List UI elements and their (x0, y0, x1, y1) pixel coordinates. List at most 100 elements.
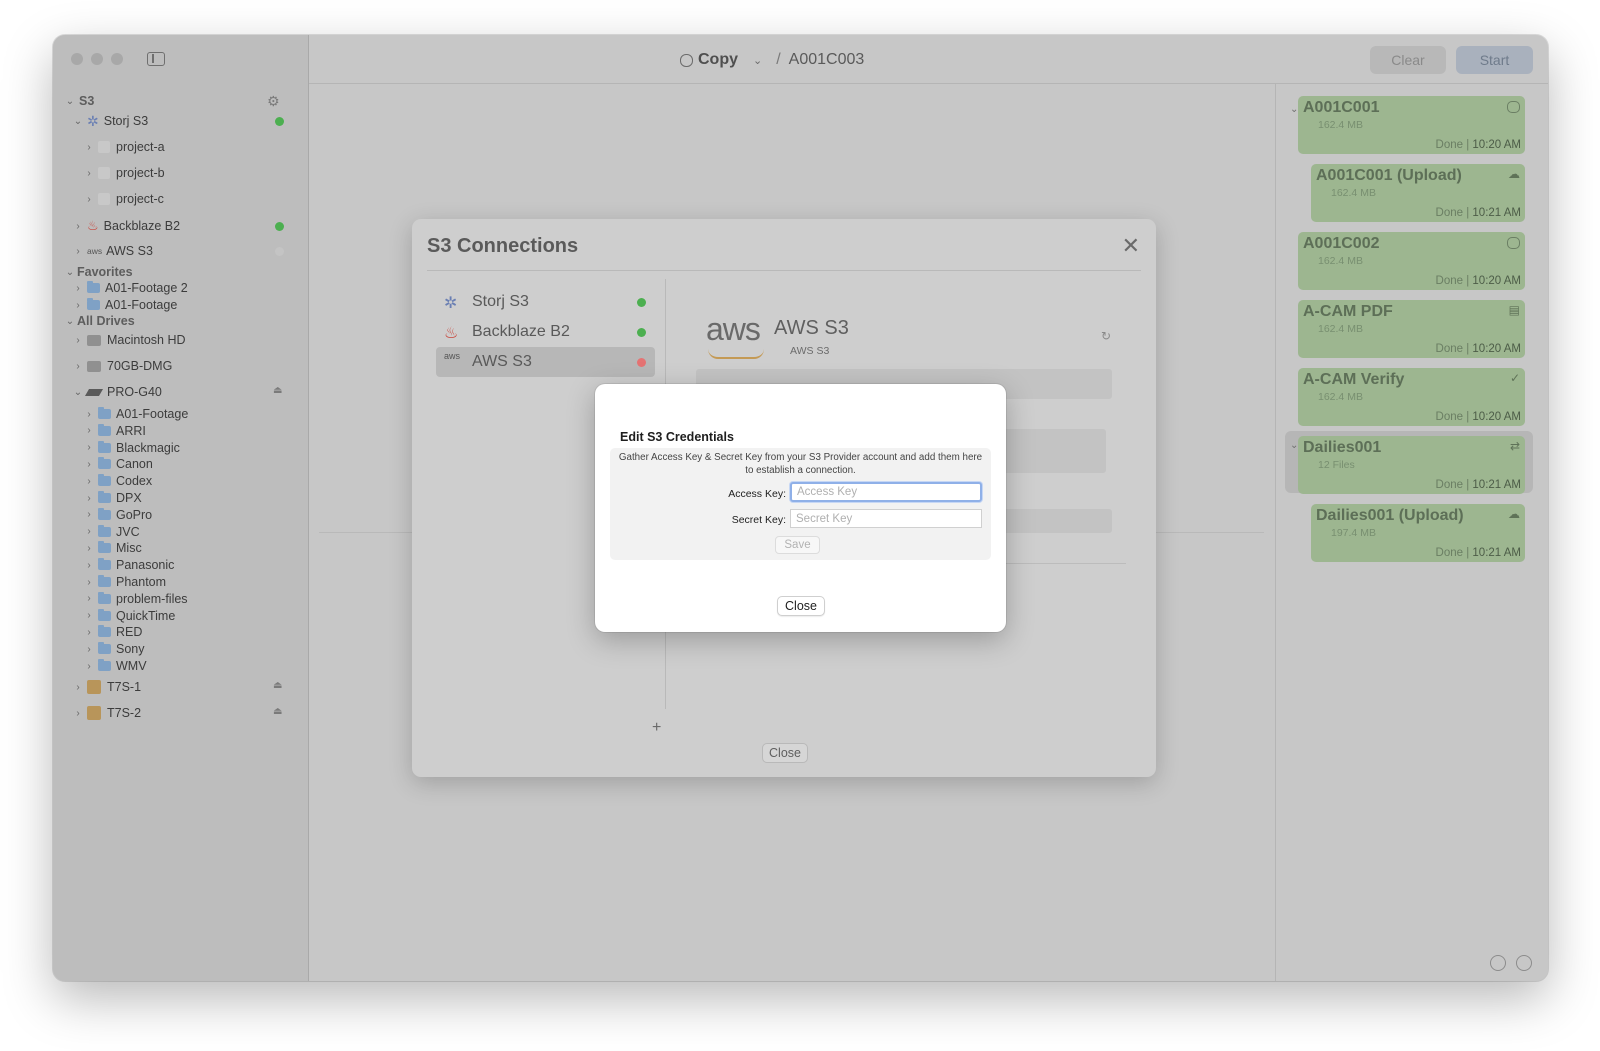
sidebar-item-label: AWS S3 (106, 244, 153, 258)
drive-label: 70GB-DMG (107, 359, 173, 373)
folder-item[interactable]: › Canon (84, 455, 153, 473)
close-window-button[interactable] (71, 53, 83, 65)
secret-key-input[interactable] (790, 509, 982, 528)
queue-card-status: Done | 10:21 AM (1435, 207, 1521, 219)
chevron-right-icon: › (87, 610, 91, 622)
mode-selector[interactable]: Copy ⌄ / A001C003 (680, 49, 864, 71)
sheet-close-button[interactable]: Close (777, 596, 825, 616)
gear-icon[interactable]: ⚙ (267, 93, 280, 110)
section-all-drives[interactable]: ⌄ All Drives (65, 312, 135, 330)
clear-button[interactable]: Clear (1370, 46, 1446, 74)
favorite-item[interactable]: › A01-Footage 2 (73, 279, 188, 297)
folder-item[interactable]: › Blackmagic (84, 439, 180, 457)
close-icon[interactable]: ✕ (1122, 233, 1140, 259)
folder-item[interactable]: › WMV (84, 657, 147, 675)
folder-icon (98, 524, 111, 537)
bucket-item[interactable]: › project-b (84, 164, 164, 182)
folder-icon (98, 558, 111, 571)
bucket-label: project-c (116, 192, 164, 206)
section-s3[interactable]: ⌄ S3 (65, 92, 95, 110)
eject-icon[interactable]: ⏏ (273, 680, 282, 691)
folder-item[interactable]: › Phantom (84, 573, 166, 591)
folder-label: Canon (116, 457, 153, 472)
chevron-down-icon: ⌄ (65, 315, 75, 327)
sidebar: ⌄ S3 ⚙ ⌄ ✲ Storj S3 › project-a › projec… (53, 35, 309, 981)
sidebar-item-aws[interactable]: › aws AWS S3 (73, 242, 153, 260)
add-connection-button[interactable]: + (652, 719, 661, 737)
chevron-right-icon: › (87, 643, 91, 655)
bucket-item[interactable]: › project-c (84, 190, 164, 208)
eject-icon[interactable]: ⏏ (273, 706, 282, 717)
secret-key-label: Secret Key: (731, 514, 786, 526)
aws-logo-icon: aws (87, 246, 103, 256)
bucket-icon (98, 193, 110, 205)
queue-card[interactable]: A-CAM Verify 162.4 MB Done | 10:20 AM ✓ (1298, 368, 1525, 426)
list-icon[interactable] (1516, 955, 1532, 971)
drive-item[interactable]: › 70GB-DMG (73, 357, 172, 375)
folder-item[interactable]: › DPX (84, 489, 142, 507)
chevron-right-icon: › (76, 707, 80, 719)
drive-label: T7S-2 (107, 706, 142, 720)
queue-card[interactable]: A001C002 162.4 MB Done | 10:20 AM (1298, 232, 1525, 290)
folder-item[interactable]: › RED (84, 623, 142, 641)
credentials-form: Gather Access Key & Secret Key from your… (610, 448, 991, 560)
queue-card-size: 162.4 MB (1331, 187, 1376, 199)
chevron-right-icon: › (76, 282, 80, 294)
queue-card[interactable]: A001C001 162.4 MB Done | 10:20 AM (1298, 96, 1525, 154)
eject-icon[interactable]: ⏏ (273, 385, 282, 396)
folder-item[interactable]: › Panasonic (84, 556, 174, 574)
refresh-icon[interactable]: ↻ (1101, 329, 1111, 343)
minimize-window-button[interactable] (91, 53, 103, 65)
folder-label: ARRI (116, 423, 146, 438)
sidebar-item-label: Storj S3 (103, 114, 149, 128)
connection-item-storj[interactable]: ✲ Storj S3 (436, 287, 655, 317)
folder-item[interactable]: › ARRI (84, 422, 146, 440)
sidebar-toggle-icon[interactable] (147, 52, 165, 66)
save-button[interactable]: Save (775, 536, 820, 554)
folder-icon (98, 591, 111, 604)
sidebar-item-storj[interactable]: ⌄ ✲ Storj S3 (73, 112, 148, 130)
zoom-window-button[interactable] (111, 53, 123, 65)
drive-item[interactable]: › T7S-1 (73, 678, 141, 696)
folder-item[interactable]: › GoPro (84, 506, 152, 524)
dialog-close-button[interactable]: Close (762, 743, 808, 763)
folder-item[interactable]: › Sony (84, 640, 145, 658)
queue-card[interactable]: A-CAM PDF 162.4 MB Done | 10:20 AM ▤ (1298, 300, 1525, 358)
chevron-right-icon: › (87, 660, 91, 672)
section-label: S3 (79, 94, 95, 108)
checkmark-icon: ✓ (1509, 371, 1520, 385)
sidebar-item-backblaze[interactable]: › ♨ Backblaze B2 (73, 217, 180, 235)
folder-item[interactable]: › QuickTime (84, 607, 175, 625)
folder-item[interactable]: › A01-Footage (84, 405, 188, 423)
chevron-right-icon: › (87, 542, 91, 554)
chevron-right-icon: › (87, 593, 91, 605)
access-key-input[interactable] (790, 482, 982, 502)
chevron-right-icon: › (87, 509, 91, 521)
favorite-label: A01-Footage (105, 298, 178, 312)
drive-item-pro-g40[interactable]: ⌄ PRO-G40 (73, 383, 162, 401)
folder-icon (98, 457, 111, 470)
detail-subtitle: AWS S3 (790, 345, 830, 357)
connection-list: ✲ Storj S3 ♨ Backblaze B2 aws AWS S3 (436, 287, 655, 377)
history-icon[interactable] (1490, 955, 1506, 971)
folder-icon (98, 407, 111, 419)
circle-icon (680, 53, 693, 67)
connection-item-aws[interactable]: aws AWS S3 (436, 347, 655, 377)
chevron-right-icon: › (87, 141, 91, 153)
bucket-item[interactable]: › project-a (84, 138, 164, 156)
folder-item[interactable]: › problem-files (84, 590, 188, 608)
drive-item[interactable]: › T7S-2 (73, 704, 141, 722)
drive-item[interactable]: › Macintosh HD (73, 331, 185, 349)
folder-item[interactable]: › Codex (84, 472, 152, 490)
folder-icon (98, 423, 111, 436)
connection-item-backblaze[interactable]: ♨ Backblaze B2 (436, 317, 655, 347)
folder-item[interactable]: › JVC (84, 523, 140, 541)
chevron-right-icon: › (87, 425, 91, 437)
chevron-right-icon: › (87, 626, 91, 638)
queue-card[interactable]: A001C001 (Upload) 162.4 MB Done | 10:21 AM… (1311, 164, 1525, 222)
start-button[interactable]: Start (1456, 46, 1533, 74)
chevron-right-icon: › (76, 334, 80, 346)
queue-card[interactable]: Dailies001 12 Files Done | 10:21 AM ⇄ (1298, 436, 1525, 494)
folder-item[interactable]: › Misc (84, 539, 142, 557)
queue-card[interactable]: Dailies001 (Upload) 197.4 MB Done | 10:21 … (1311, 504, 1525, 562)
